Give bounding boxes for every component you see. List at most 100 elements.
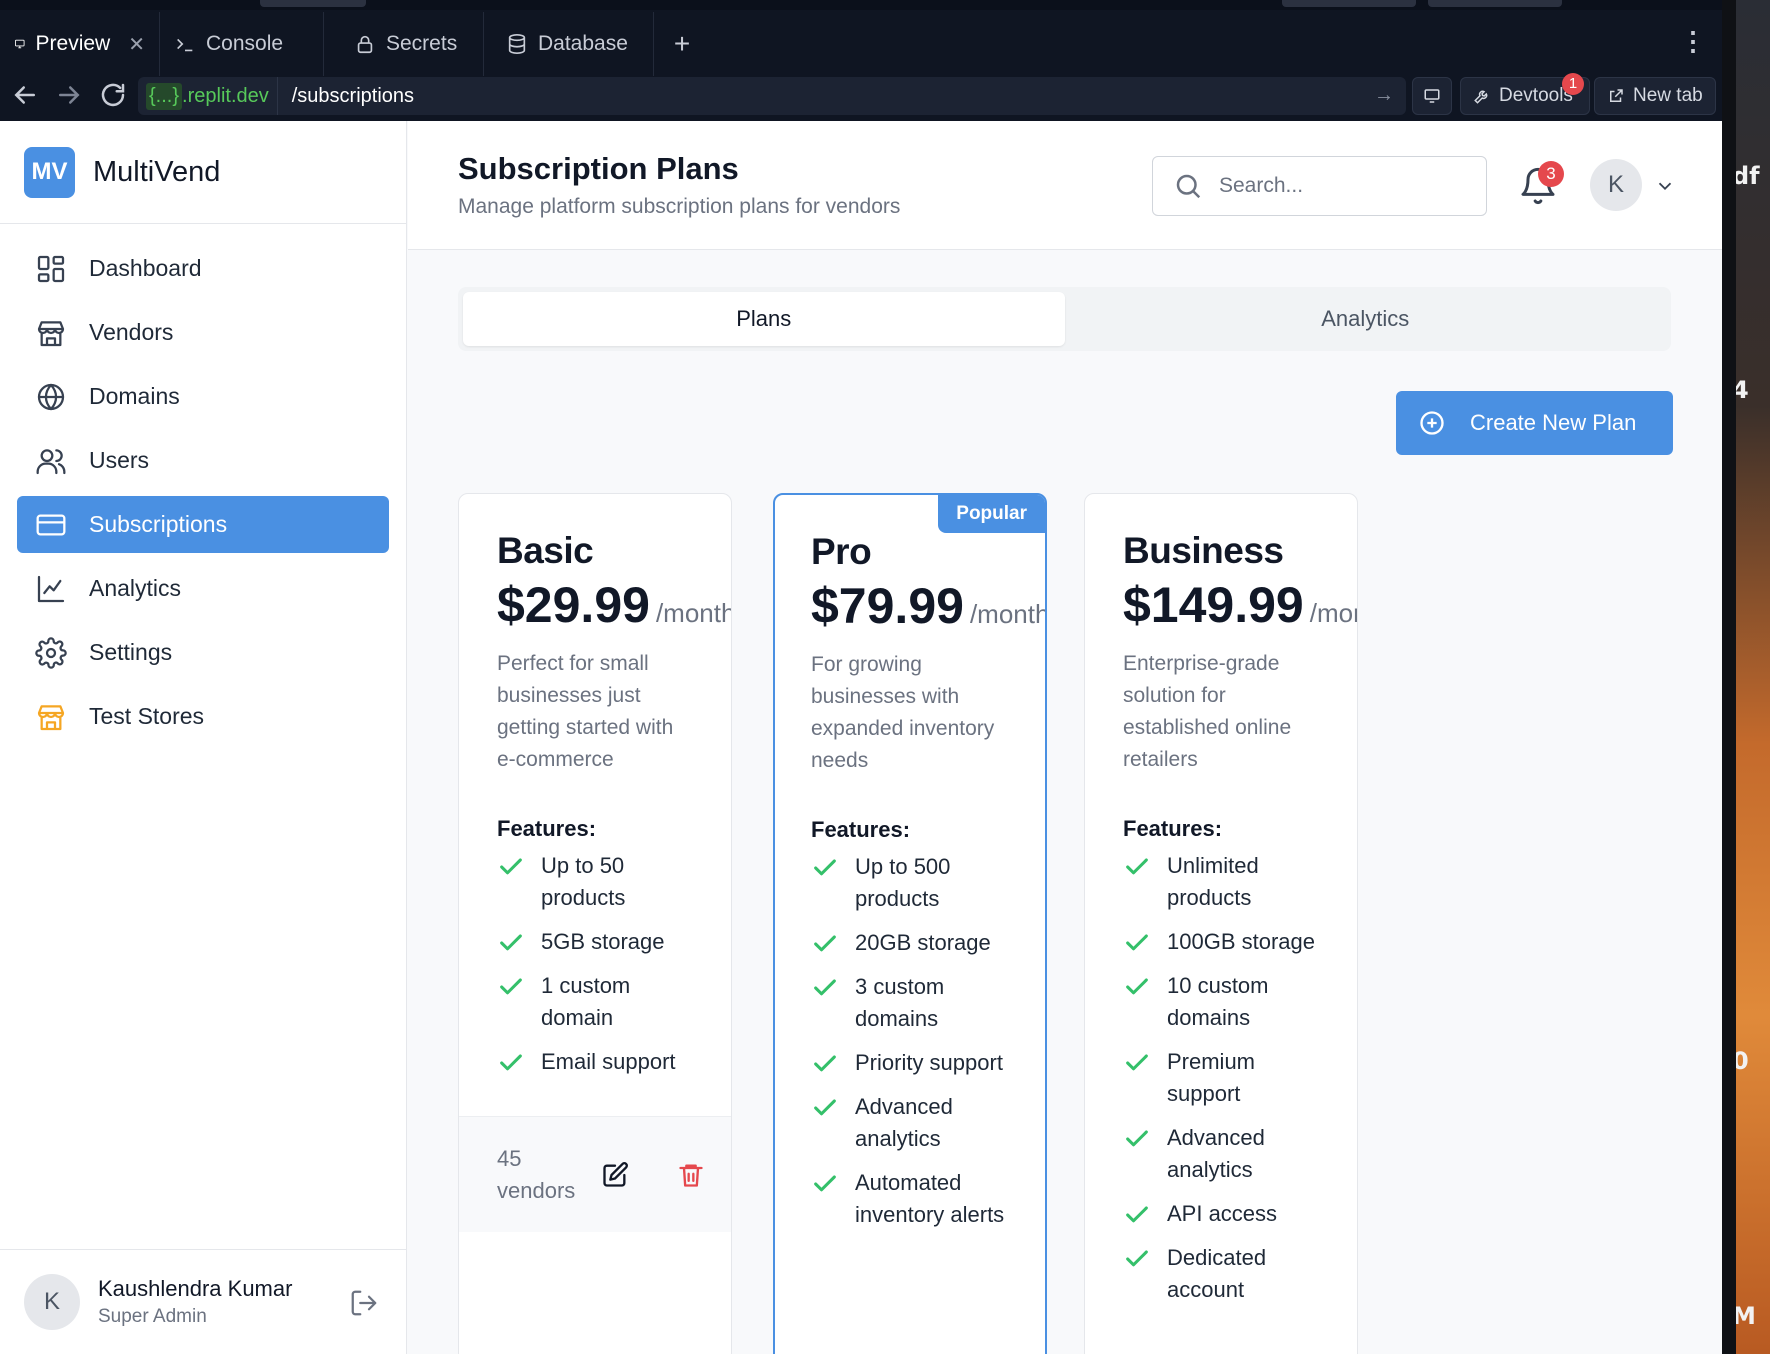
sidebar-item-settings[interactable]: Settings <box>17 624 389 681</box>
more-menu-icon[interactable]: ⋮ <box>1680 26 1706 57</box>
logout-icon[interactable] <box>349 1288 379 1318</box>
avatar[interactable]: K <box>1590 159 1642 211</box>
create-plan-label: Create New Plan <box>1470 410 1637 435</box>
device-toggle-button[interactable] <box>1412 77 1452 115</box>
sidebar-item-domains[interactable]: Domains <box>17 368 389 425</box>
main-content: Subscription Plans Manage platform subsc… <box>408 121 1722 1354</box>
close-icon[interactable]: ✕ <box>128 32 145 57</box>
trash-icon[interactable] <box>677 1161 705 1189</box>
check-icon <box>814 979 836 996</box>
chevron-down-icon[interactable] <box>1654 175 1676 197</box>
top-pill <box>1428 0 1562 7</box>
feature-list: Up to 50 products 5GB storage 1 custom d… <box>497 850 731 1078</box>
search-box[interactable] <box>1152 156 1487 216</box>
search-icon <box>1176 174 1201 199</box>
brand[interactable]: MV MultiVend <box>0 121 406 224</box>
devtools-badge: 1 <box>1562 73 1584 95</box>
check-icon <box>1126 934 1148 951</box>
external-link-icon <box>1610 89 1623 102</box>
sidebar-item-label: Users <box>89 447 150 473</box>
plan-card-footer: 45 vendors <box>459 1116 731 1232</box>
sidebar-nav: Dashboard Vendors Domains Users Subscrip… <box>0 224 406 745</box>
wrench-icon <box>1474 90 1488 104</box>
tab-database[interactable]: Database <box>484 12 654 76</box>
create-plan-button[interactable]: Create New Plan <box>1396 391 1673 455</box>
tab-label: Console <box>206 32 284 55</box>
sidebar-item-test-stores[interactable]: Test Stores <box>17 688 389 745</box>
reload-icon[interactable] <box>98 80 128 110</box>
feature-item: Advanced analytics <box>811 1091 1011 1155</box>
brand-logo: MV <box>24 146 75 198</box>
feature-item: 20GB storage <box>811 927 1011 959</box>
search-input[interactable] <box>1219 174 1459 198</box>
check-icon <box>814 935 836 952</box>
sidebar-item-subscriptions[interactable]: Subscriptions <box>17 496 389 553</box>
feature-item: Automated inventory alerts <box>811 1167 1011 1231</box>
workspace-tabs: Preview ✕ Console Secrets Database + <box>0 12 710 76</box>
plan-card-basic: Basic $29.99 /month Perfect for small bu… <box>458 493 732 1354</box>
sidebar-item-analytics[interactable]: Analytics <box>17 560 389 617</box>
dashboard-icon <box>37 255 65 282</box>
page-title: Subscription Plans <box>458 151 739 186</box>
sidebar-item-dashboard[interactable]: Dashboard <box>17 240 389 297</box>
check-icon <box>1126 978 1148 995</box>
brand-name: MultiVend <box>93 155 221 188</box>
plan-period: /month <box>1309 598 1357 628</box>
top-pill <box>1282 0 1416 7</box>
go-arrow-icon[interactable]: → <box>1374 84 1394 107</box>
sidebar-item-label: Analytics <box>89 575 182 601</box>
feature-item: Premium support <box>1123 1046 1323 1110</box>
database-icon <box>508 34 526 54</box>
feature-item: 3 custom domains <box>811 971 1011 1035</box>
terminal-icon <box>177 38 193 52</box>
tab-label: Database <box>538 32 628 55</box>
sidebar-item-users[interactable]: Users <box>17 432 389 489</box>
back-arrow-icon[interactable] <box>10 80 40 110</box>
devtools-label: Devtools <box>1499 85 1573 106</box>
url-host-braces: {...} <box>146 82 183 110</box>
check-icon <box>1126 1206 1148 1223</box>
feature-item: Dedicated account <box>1123 1242 1323 1306</box>
tab-preview[interactable]: Preview ✕ <box>0 12 160 76</box>
sidebar-item-label: Test Stores <box>89 703 205 729</box>
tab-plans[interactable]: Plans <box>463 292 1065 346</box>
plus-circle-icon <box>1420 411 1444 435</box>
user-name: Kaushlendra Kumar <box>98 1276 293 1301</box>
plan-period: /month <box>969 599 1047 629</box>
add-tab-button[interactable]: + <box>654 12 710 76</box>
monitor-icon <box>15 39 25 49</box>
sidebar-item-label: Vendors <box>89 319 174 345</box>
tab-secrets[interactable]: Secrets <box>324 12 484 76</box>
top-pill <box>260 0 366 7</box>
feature-item: Unlimited products <box>1123 850 1323 914</box>
user-profile: K Kaushlendra Kumar Super Admin <box>0 1249 407 1354</box>
new-tab-button[interactable]: New tab <box>1594 77 1716 115</box>
notification-badge: 3 <box>1538 161 1564 187</box>
forward-arrow-icon[interactable] <box>54 80 84 110</box>
plan-price: $29.99 <box>497 577 650 633</box>
feature-item: Priority support <box>811 1047 1011 1079</box>
tab-analytics[interactable]: Analytics <box>1065 292 1667 346</box>
check-icon <box>814 1099 836 1116</box>
plan-card-business: Business $149.99 /month Enterprise-grade… <box>1084 493 1358 1354</box>
sidebar-item-vendors[interactable]: Vendors <box>17 304 389 361</box>
avatar: K <box>24 1274 80 1330</box>
feature-item: API access <box>1123 1198 1323 1230</box>
url-bar[interactable]: {...} .replit.dev /subscriptions → <box>138 77 1406 115</box>
tab-label: Preview <box>35 32 111 55</box>
feature-list: Unlimited products 100GB storage 10 cust… <box>1123 850 1357 1306</box>
check-icon <box>814 1175 836 1192</box>
plan-card-pro: Popular Pro $79.99 /month For growing bu… <box>773 493 1047 1354</box>
store-icon <box>37 704 65 730</box>
plan-name: Business <box>1123 530 1284 571</box>
feature-item: Email support <box>497 1046 697 1078</box>
feature-list: Up to 500 products 20GB storage 3 custom… <box>811 851 1045 1231</box>
screen-icon <box>1424 89 1440 103</box>
sidebar-item-label: Settings <box>89 639 173 665</box>
feature-item: Advanced analytics <box>1123 1122 1323 1186</box>
sidebar-item-label: Domains <box>89 383 180 409</box>
tab-console[interactable]: Console <box>160 12 324 76</box>
feature-item: 10 custom domains <box>1123 970 1323 1034</box>
store-icon <box>37 320 65 346</box>
edit-icon[interactable] <box>601 1161 629 1189</box>
